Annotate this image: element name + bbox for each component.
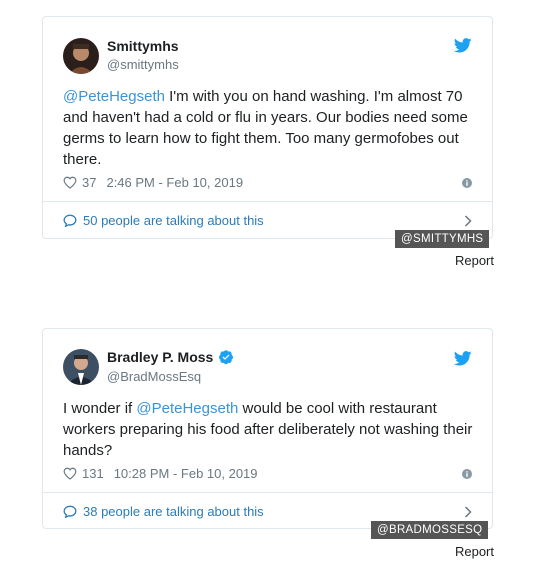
avatar[interactable] [63,38,99,74]
talking-about-text[interactable]: 50 people are talking about this [83,213,264,228]
report-link[interactable]: Report [455,253,494,268]
display-name-text[interactable]: Smittymhs [107,38,179,54]
info-icon[interactable] [462,177,472,188]
divider [43,201,492,202]
report-link[interactable]: Report [455,544,494,559]
like-count[interactable]: 131 [82,466,104,481]
display-name-text[interactable]: Bradley P. Moss [107,349,213,365]
heart-icon[interactable] [63,467,77,480]
tweet-card-smittymhs: Smittymhs @smittymhs @PeteHegseth I'm wi… [42,16,493,239]
tweet-text-pre: I wonder if [63,400,137,417]
mention-link[interactable]: @PeteHegseth [63,88,165,105]
author-tag: @BRADMOSSESQ [371,521,489,539]
chevron-right-icon[interactable] [464,214,472,227]
tweet-meta: 37 2:46 PM - Feb 10, 2019 [63,175,472,190]
mention-link[interactable]: @PeteHegseth [136,400,238,417]
handle[interactable]: @smittymhs [107,57,179,72]
display-name[interactable]: Smittymhs [107,38,179,54]
info-icon[interactable] [462,468,472,479]
tweet-card-bradmossesq: Bradley P. Moss @BradMossEsq I wonder if… [42,328,493,529]
talking-about-text[interactable]: 38 people are talking about this [83,504,264,519]
twitter-bird-icon[interactable] [454,351,472,366]
author-tag: @SMITTYMHS [395,230,490,248]
twitter-bird-icon[interactable] [454,38,472,53]
chevron-right-icon[interactable] [464,505,472,518]
tweet-text: @PeteHegseth I'm with you on hand washin… [63,86,473,170]
heart-icon[interactable] [63,176,77,189]
speech-bubble-icon [63,214,77,227]
handle[interactable]: @BradMossEsq [107,369,201,384]
speech-bubble-icon [63,505,77,518]
timestamp[interactable]: 10:28 PM - Feb 10, 2019 [114,466,258,481]
talking-about-link[interactable]: 50 people are talking about this [63,213,472,228]
verified-badge-icon [219,350,234,365]
display-name[interactable]: Bradley P. Moss [107,349,234,365]
divider [43,492,492,493]
timestamp[interactable]: 2:46 PM - Feb 10, 2019 [106,175,243,190]
avatar[interactable] [63,349,99,385]
tweet-text: I wonder if @PeteHegseth would be cool w… [63,398,473,461]
tweet-meta: 131 10:28 PM - Feb 10, 2019 [63,466,472,481]
talking-about-link[interactable]: 38 people are talking about this [63,504,472,519]
like-count[interactable]: 37 [82,175,96,190]
